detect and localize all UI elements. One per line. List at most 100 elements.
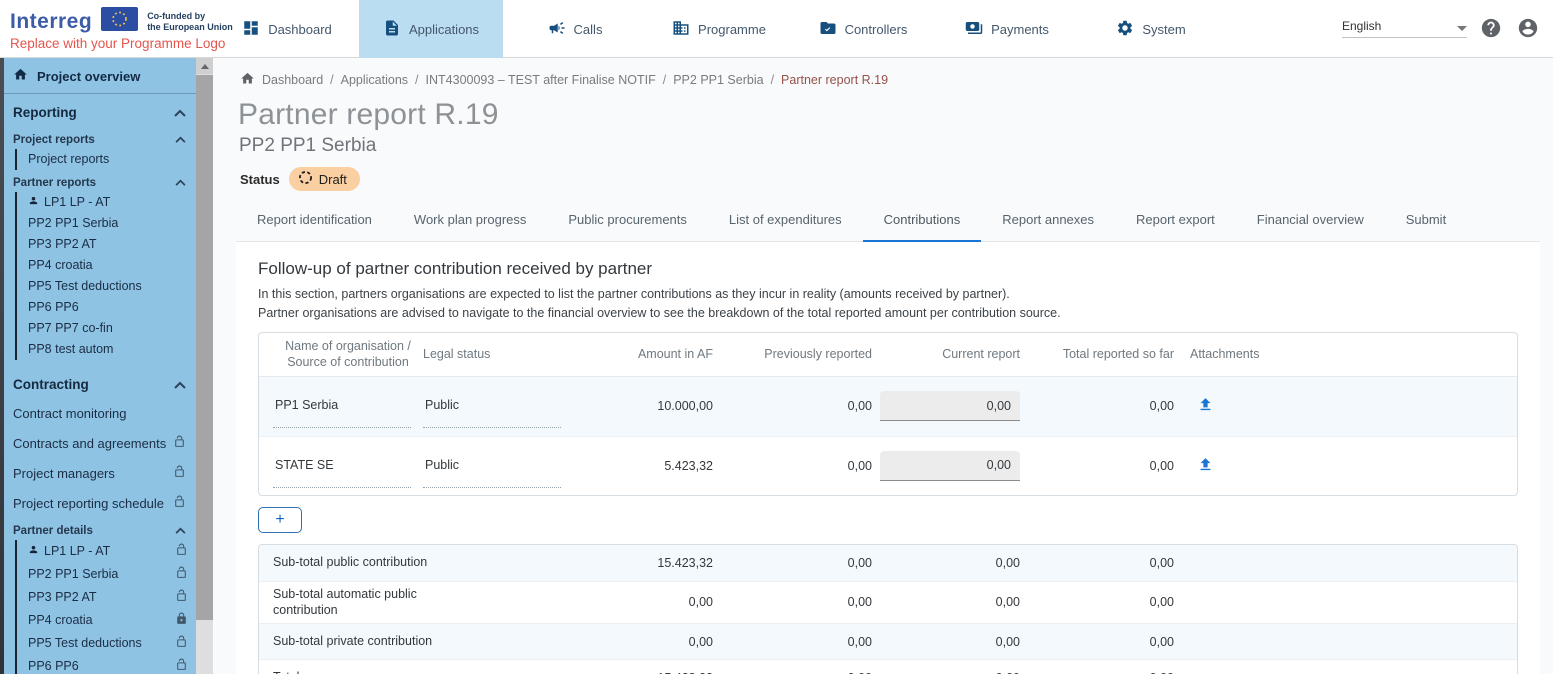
- sidebar-item-partner-report-pp7[interactable]: PP7 PP7 co-fin: [17, 318, 196, 339]
- nav-system[interactable]: System: [1079, 0, 1223, 58]
- tab-public-procurements[interactable]: Public procurements: [547, 205, 708, 241]
- tab-contributions[interactable]: Contributions: [863, 205, 982, 242]
- summary-label: Total: [273, 665, 468, 674]
- breadcrumb-dashboard[interactable]: Dashboard: [262, 73, 323, 87]
- nav-controllers[interactable]: Controllers: [791, 0, 935, 58]
- nav-calls[interactable]: Calls: [503, 0, 647, 58]
- sidebar-group-partner-details[interactable]: Partner details: [4, 518, 196, 540]
- summary-label: Sub-total automatic public contribution: [273, 582, 468, 624]
- add-contribution-button[interactable]: +: [258, 507, 302, 533]
- nav-payments[interactable]: Payments: [935, 0, 1079, 58]
- page-title: Partner report R.19: [238, 98, 1553, 132]
- home-icon: [240, 71, 255, 89]
- chevron-up-icon: [175, 177, 186, 189]
- sidebar-item-partner-detail-pp2[interactable]: PP2 PP1 Serbia: [17, 563, 196, 586]
- sidebar-item-partner-report-pp4[interactable]: PP4 croatia: [17, 255, 196, 276]
- upload-icon: [1197, 456, 1214, 473]
- main-content: Dashboard / Applications / INT4300093 – …: [213, 58, 1553, 674]
- account-button[interactable]: [1517, 17, 1541, 41]
- summary-total-row: Total 15.423,32 0,00 0,00 0,00: [259, 659, 1517, 674]
- sidebar-group-project-reports[interactable]: Project reports: [4, 127, 196, 149]
- col-header-amount-af: Amount in AF: [566, 347, 713, 361]
- summary-amount-af: 0,00: [566, 635, 713, 649]
- sidebar-item-partner-detail-pp4[interactable]: PP4 croatia: [17, 609, 196, 632]
- sidebar-section-reporting[interactable]: Reporting: [4, 94, 196, 127]
- contributions-panel: Follow-up of partner contribution receiv…: [236, 242, 1540, 674]
- nav-applications[interactable]: Applications: [359, 0, 503, 58]
- section-heading: Follow-up of partner contribution receiv…: [258, 259, 1518, 279]
- sidebar-section-contracting[interactable]: Contracting: [4, 366, 196, 399]
- breadcrumb-partner[interactable]: PP2 PP1 Serbia: [673, 73, 763, 87]
- col-header-attachments: Attachments: [1174, 347, 1503, 361]
- upload-attachment-button[interactable]: [1192, 453, 1218, 479]
- cofunded-label: Co-funded bythe European Union: [147, 11, 233, 33]
- amount-af-value: 10.000,00: [566, 399, 713, 413]
- sidebar-item-project-managers[interactable]: Project managers: [4, 458, 196, 488]
- sidebar-item-partner-detail-pp6[interactable]: PP6 PP6: [17, 655, 196, 674]
- chevron-up-icon: [175, 134, 186, 146]
- gear-icon: [1116, 19, 1134, 40]
- logo-placeholder-note: Replace with your Programme Logo: [10, 36, 225, 51]
- tab-report-annexes[interactable]: Report annexes: [981, 205, 1115, 241]
- lock-open-icon: [173, 465, 186, 481]
- sidebar-item-partner-detail-pp5[interactable]: PP5 Test deductions: [17, 632, 196, 655]
- tab-submit[interactable]: Submit: [1385, 205, 1467, 241]
- legal-status-field: Public: [423, 398, 561, 428]
- nav-programme[interactable]: Programme: [647, 0, 791, 58]
- amount-af-value: 5.423,32: [566, 459, 713, 473]
- sidebar-item-partner-report-lp1[interactable]: LP1 LP - AT: [17, 192, 196, 213]
- summary-current: 0,00: [872, 556, 1020, 570]
- col-header-name: Name of organisation /Source of contribu…: [273, 338, 423, 371]
- breadcrumb-applications[interactable]: Applications: [341, 73, 408, 87]
- summary-label: Sub-total private contribution: [273, 629, 468, 654]
- summary-amount-af: 0,00: [566, 595, 713, 609]
- col-header-current-report: Current report: [872, 347, 1020, 361]
- help-button[interactable]: [1480, 17, 1504, 41]
- draft-status-icon: [298, 170, 313, 188]
- top-header: Interreg Co-funded bythe European Union …: [0, 0, 1553, 58]
- organisation-name-field: PP1 Serbia: [273, 398, 411, 428]
- sidebar-group-partner-reports[interactable]: Partner reports: [4, 170, 196, 192]
- sidebar-item-partner-report-pp2[interactable]: PP2 PP1 Serbia: [17, 213, 196, 234]
- sidebar-item-partner-detail-lp1[interactable]: LP1 LP - AT: [17, 540, 196, 563]
- report-tabs: Report identification Work plan progress…: [236, 205, 1540, 242]
- table-row: STATE SE Public 5.423,32 0,00 0,00: [259, 436, 1517, 495]
- tab-list-of-expenditures[interactable]: List of expenditures: [708, 205, 863, 241]
- tab-work-plan-progress[interactable]: Work plan progress: [393, 205, 547, 241]
- summary-previously: 0,00: [713, 635, 872, 649]
- chevron-up-icon: [175, 525, 186, 537]
- lock-open-icon: [175, 635, 188, 652]
- upload-attachment-button[interactable]: [1192, 393, 1218, 419]
- breadcrumb-project[interactable]: INT4300093 – TEST after Finalise NOTIF: [426, 73, 656, 87]
- sidebar-item-partner-detail-pp3[interactable]: PP3 PP2 AT: [17, 586, 196, 609]
- summary-row: Sub-total private contribution 0,00 0,00…: [259, 623, 1517, 659]
- scrollbar-up-arrow[interactable]: [196, 58, 213, 74]
- sidebar-item-project-reporting-schedule[interactable]: Project reporting schedule: [4, 488, 196, 518]
- sidebar-item-partner-report-pp8[interactable]: PP8 test autom: [17, 339, 196, 360]
- nav-dashboard[interactable]: Dashboard: [215, 0, 359, 58]
- sidebar-item-partner-report-pp6[interactable]: PP6 PP6: [17, 297, 196, 318]
- summary-row: Sub-total automatic public contribution …: [259, 581, 1517, 624]
- tab-report-export[interactable]: Report export: [1115, 205, 1236, 241]
- language-select[interactable]: English: [1342, 19, 1467, 38]
- current-report-input[interactable]: [880, 451, 1020, 481]
- status-label: Status: [240, 172, 280, 187]
- scrollbar-thumb[interactable]: [196, 75, 213, 620]
- dashboard-icon: [242, 19, 260, 40]
- table-row: PP1 Serbia Public 10.000,00 0,00 0,00: [259, 377, 1517, 436]
- col-header-legal-status: Legal status: [423, 347, 566, 361]
- lock-open-icon: [173, 435, 186, 451]
- sidebar-item-project-reports[interactable]: Project reports: [17, 149, 196, 170]
- sidebar-item-contract-monitoring[interactable]: Contract monitoring: [4, 399, 196, 428]
- chevron-down-icon: [1457, 26, 1467, 31]
- current-report-input[interactable]: [880, 391, 1020, 421]
- sidebar-item-partner-report-pp3[interactable]: PP3 PP2 AT: [17, 234, 196, 255]
- organisation-name-field: STATE SE: [273, 458, 411, 488]
- status-badge: Draft: [289, 167, 360, 191]
- sidebar-item-project-overview[interactable]: Project overview: [4, 58, 196, 94]
- tab-financial-overview[interactable]: Financial overview: [1236, 205, 1385, 241]
- sidebar-item-partner-report-pp5[interactable]: PP5 Test deductions: [17, 276, 196, 297]
- tab-report-identification[interactable]: Report identification: [236, 205, 393, 241]
- sidebar-item-contracts-agreements[interactable]: Contracts and agreements: [4, 428, 196, 458]
- legal-status-field: Public: [423, 458, 561, 488]
